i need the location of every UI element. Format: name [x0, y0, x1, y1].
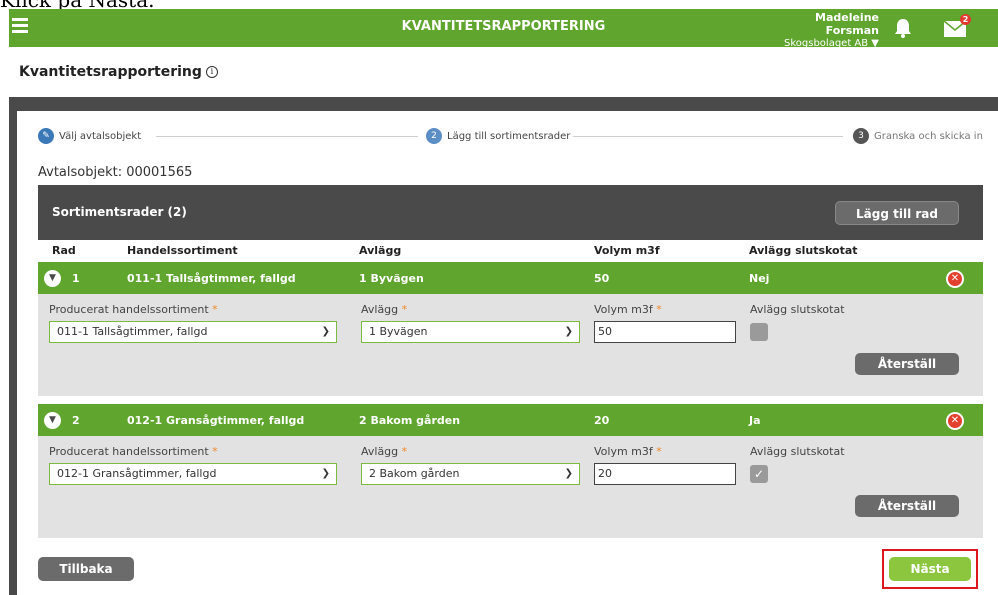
page-title: Kvantitetsrapportering i [19, 64, 218, 80]
avlagg-select[interactable]: 1 Byvägen ❯ [361, 321, 580, 343]
label-text: Producerat handelssortiment [49, 303, 209, 316]
sortiment-select[interactable]: 012-1 Gransågtimmer, fallgd ❯ [49, 463, 337, 485]
column-header-sortiment: Handelssortiment [127, 244, 238, 257]
user-menu[interactable]: Madeleine Forsman Skogsbolaget AB ▼ [759, 11, 879, 49]
required-mark: * [212, 303, 218, 316]
row-number: 1 [72, 272, 80, 285]
sortiment-panel-header: Sortimentsrader (2) Lägg till rad [38, 185, 983, 240]
label-text: Volym m3f [594, 303, 653, 316]
slutskotat-label: Avlägg slutskotat [750, 445, 845, 458]
column-header-slutskotat: Avlägg slutskotat [749, 244, 858, 257]
panel-title: Sortimentsrader (2) [52, 205, 187, 219]
step-connector [156, 136, 418, 137]
step-number: 3 [853, 128, 869, 144]
progress-stepper: ✎ Välj avtalsobjekt 2 Lägg till sortimen… [38, 128, 983, 146]
chevron-down-icon: ❯ [564, 468, 573, 479]
column-header-avlagg: Avlägg [359, 244, 402, 257]
select-value: 011-1 Tallsågtimmer, fallgd [57, 325, 208, 338]
user-name: Madeleine Forsman [815, 11, 879, 37]
menu-icon[interactable] [12, 18, 28, 36]
next-button[interactable]: Nästa [889, 557, 971, 581]
avlagg-select[interactable]: 2 Bakom gården ❯ [361, 463, 580, 485]
step-add-rows[interactable]: 2 Lägg till sortimentsrader [426, 128, 570, 144]
select-value: 1 Byvägen [369, 325, 428, 338]
avlagg-label: Avlägg * [361, 445, 407, 458]
close-icon: ✕ [948, 272, 962, 286]
chevron-down-icon: ❯ [321, 468, 330, 479]
step-number: 2 [426, 128, 442, 144]
volym-label: Volym m3f * [594, 303, 662, 316]
step-review[interactable]: 3 Granska och skicka in [853, 128, 983, 144]
volym-label: Volym m3f * [594, 445, 662, 458]
volym-input[interactable]: 20 [594, 463, 736, 485]
page-title-text: Kvantitetsrapportering [19, 64, 202, 80]
next-button-highlight: Nästa [882, 549, 978, 589]
row-avlagg: 1 Byvägen [359, 272, 424, 285]
bell-icon[interactable] [893, 17, 913, 39]
app-header: KVANTITETSRAPPORTERING Madeleine Forsman… [9, 9, 998, 49]
delete-row-button[interactable]: ✕ [946, 270, 964, 288]
label-text: Producerat handelssortiment [49, 445, 209, 458]
step-select-object[interactable]: ✎ Välj avtalsobjekt [38, 128, 141, 144]
chevron-down-icon: ❯ [321, 326, 330, 337]
required-mark: * [401, 303, 408, 316]
row-detail-form: Producerat handelssortiment * 012-1 Gran… [38, 436, 983, 538]
volym-input[interactable]: 50 [594, 321, 736, 343]
select-value: 2 Bakom gården [369, 467, 460, 480]
close-icon: ✕ [948, 414, 962, 428]
select-value: 012-1 Gransågtimmer, fallgd [57, 467, 217, 480]
row-sortiment: 011-1 Tallsågtimmer, fallgd [127, 272, 296, 285]
row-slutskotat: Ja [749, 414, 761, 427]
divider-band [9, 97, 998, 111]
avlagg-label: Avlägg * [361, 303, 407, 316]
chevron-down-icon: ❯ [564, 326, 573, 337]
step-connector [573, 136, 843, 137]
label-text: Avlägg [361, 445, 399, 458]
required-mark: * [401, 445, 408, 458]
pencil-icon: ✎ [38, 128, 54, 144]
checkmark-icon: ✓ [753, 467, 765, 481]
slutskotat-checkbox[interactable] [750, 323, 768, 341]
contract-object-label: Avtalsobjekt: 00001565 [38, 165, 193, 180]
table-row[interactable]: ▼ 1 011-1 Tallsågtimmer, fallgd 1 Byväge… [38, 262, 983, 294]
chevron-down-icon[interactable]: ▼ [44, 412, 61, 429]
required-mark: * [212, 445, 218, 458]
page-header: Kvantitetsrapportering i [9, 47, 998, 97]
row-detail-form: Producerat handelssortiment * 011-1 Tall… [38, 294, 983, 396]
row-number: 2 [72, 414, 80, 427]
step-label: Välj avtalsobjekt [59, 130, 142, 142]
reset-button[interactable]: Återställ [855, 353, 959, 375]
row-slutskotat: Nej [749, 272, 770, 285]
row-volym: 50 [594, 272, 610, 285]
slutskotat-checkbox[interactable]: ✓ [750, 465, 768, 483]
sortiment-select[interactable]: 011-1 Tallsågtimmer, fallgd ❯ [49, 321, 337, 343]
reset-button[interactable]: Återställ [855, 495, 959, 517]
row-sortiment: 012-1 Gransågtimmer, fallgd [127, 414, 305, 427]
step-label: Granska och skicka in [874, 130, 983, 142]
row-avlagg: 2 Bakom gården [359, 414, 461, 427]
left-border [9, 111, 17, 595]
back-button[interactable]: Tillbaka [38, 557, 134, 581]
delete-row-button[interactable]: ✕ [946, 412, 964, 430]
required-mark: * [656, 303, 662, 316]
info-icon[interactable]: i [205, 66, 218, 78]
column-header-rad: Rad [52, 244, 76, 257]
label-text: Volym m3f [594, 445, 653, 458]
producerat-label: Producerat handelssortiment * [49, 445, 218, 458]
slutskotat-label: Avlägg slutskotat [750, 303, 845, 316]
producerat-label: Producerat handelssortiment * [49, 303, 218, 316]
table-row[interactable]: ▼ 2 012-1 Gransågtimmer, fallgd 2 Bakom … [38, 404, 983, 436]
row-volym: 20 [594, 414, 610, 427]
column-header-volym: Volym m3f [594, 244, 660, 257]
add-row-button[interactable]: Lägg till rad [835, 201, 959, 225]
label-text: Avlägg [361, 303, 399, 316]
column-headers: Rad Handelssortiment Avlägg Volym m3f Av… [38, 240, 983, 262]
chevron-down-icon[interactable]: ▼ [44, 270, 61, 287]
mail-icon[interactable]: 2 [943, 14, 971, 39]
step-label: Lägg till sortimentsrader [447, 130, 571, 142]
required-mark: * [656, 445, 662, 458]
mail-badge: 2 [960, 14, 971, 25]
